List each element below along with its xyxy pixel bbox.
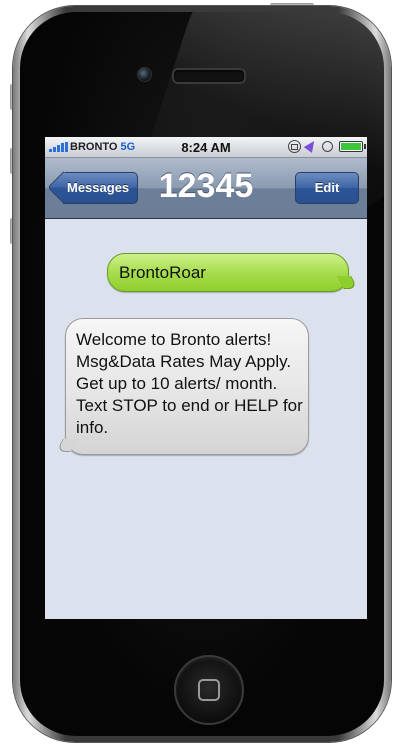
navigation-bar: Messages 12345 Edit — [45, 158, 367, 219]
edit-button[interactable]: Edit — [295, 172, 359, 204]
battery-icon — [339, 141, 366, 152]
received-message-bubble[interactable]: Welcome to Bronto alerts! Msg&Data Rates… — [65, 318, 309, 455]
phone-screen: BRONTO 5G 8:24 AM Messages 12345 Edit Br… — [45, 137, 367, 619]
home-button[interactable] — [174, 655, 244, 725]
alarm-icon — [322, 141, 333, 152]
earpiece-speaker — [172, 68, 246, 84]
home-square-icon — [198, 679, 220, 701]
status-bar: BRONTO 5G 8:24 AM — [45, 137, 367, 158]
orientation-lock-icon — [288, 140, 301, 153]
status-icons — [273, 138, 366, 154]
received-message-text: Welcome to Bronto alerts! Msg&Data Rates… — [76, 330, 303, 437]
front-camera-icon — [137, 67, 152, 82]
location-arrow-icon — [303, 138, 319, 153]
sent-message-text: BrontoRoar — [119, 263, 206, 282]
sent-message-bubble[interactable]: BrontoRoar — [107, 253, 349, 292]
